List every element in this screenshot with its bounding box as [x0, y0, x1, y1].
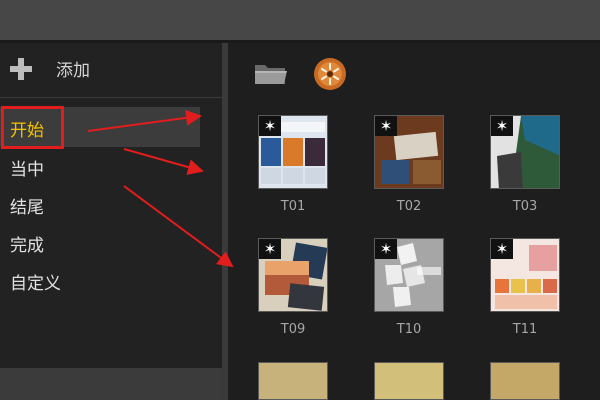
arrow-3: [123, 185, 234, 268]
arrow-2: [123, 148, 204, 175]
annotation-arrows: [87, 109, 234, 268]
arrow-1: [87, 109, 202, 132]
